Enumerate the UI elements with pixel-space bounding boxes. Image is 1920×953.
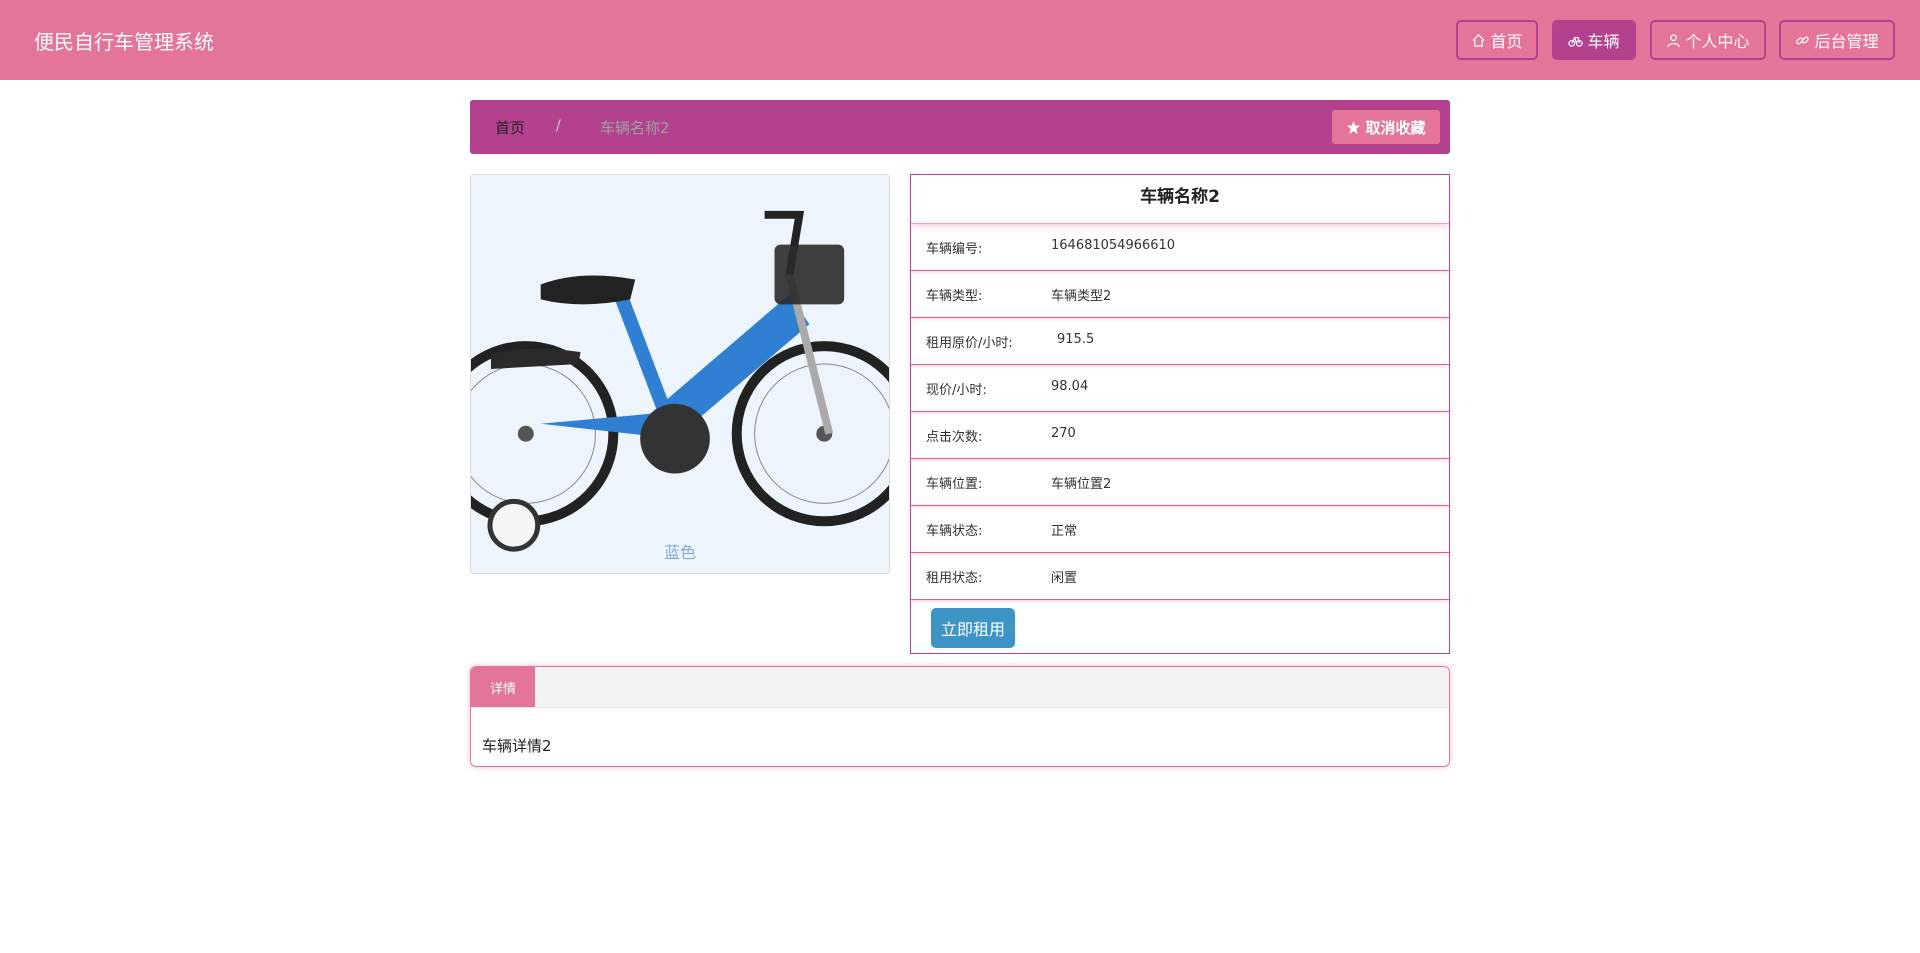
star-icon — [1347, 120, 1361, 134]
info-row-type: 车辆类型: 车辆类型2 — [911, 270, 1449, 318]
field-value: 164681054966610 — [1051, 238, 1176, 253]
info-row-status: 车辆状态: 正常 — [911, 505, 1449, 553]
vehicle-image: 蓝色 — [470, 174, 890, 574]
app-title: 便民自行车管理系统 — [34, 30, 214, 54]
field-label: 车辆状态: — [926, 524, 983, 539]
nav-vehicle-label: 车辆 — [1587, 32, 1620, 51]
field-label: 车辆类型: — [926, 289, 983, 304]
breadcrumb: 首页 / 车辆名称2 取消收藏 — [470, 100, 1450, 154]
breadcrumb-home-link[interactable]: 首页 — [495, 117, 525, 138]
link-icon — [1796, 36, 1810, 44]
image-caption: 蓝色 — [664, 543, 696, 562]
nav-admin-button[interactable]: 后台管理 — [1779, 20, 1895, 60]
unfavorite-label: 取消收藏 — [1365, 118, 1426, 137]
field-label: 车辆编号: — [926, 242, 983, 257]
nav-profile-button[interactable]: 个人中心 — [1650, 20, 1766, 60]
field-value: 98.04 — [1051, 379, 1089, 394]
info-row-location: 车辆位置: 车辆位置2 — [911, 458, 1449, 506]
field-value: 正常 — [1051, 524, 1078, 539]
field-value: 270 — [1051, 426, 1076, 441]
top-header: 便民自行车管理系统 首页 车辆 个人中心 后台管理 — [0, 0, 1920, 80]
field-value: 车辆类型2 — [1051, 289, 1112, 304]
breadcrumb-separator: / — [556, 118, 561, 134]
nav-vehicle-button[interactable]: 车辆 — [1552, 20, 1636, 60]
field-label: 点击次数: — [926, 430, 983, 445]
field-label: 租用状态: — [926, 571, 983, 586]
field-label: 现价/小时: — [926, 383, 987, 398]
nav-home-label: 首页 — [1490, 32, 1523, 51]
user-icon — [1667, 33, 1681, 47]
info-row-id: 车辆编号: 164681054966610 — [911, 223, 1449, 271]
nav-admin-label: 后台管理 — [1814, 32, 1879, 51]
bike-icon — [1568, 36, 1584, 47]
field-value: 915.5 — [1057, 332, 1095, 347]
field-value: 车辆位置2 — [1051, 477, 1112, 492]
rent-now-button[interactable]: 立即租用 — [931, 608, 1015, 648]
info-row-current-price: 现价/小时: 98.04 — [911, 364, 1449, 412]
field-label: 租用原价/小时: — [926, 336, 1013, 351]
nav-home-button[interactable]: 首页 — [1456, 20, 1538, 60]
details-panel: 详情 车辆详情2 — [470, 666, 1450, 767]
nav-profile-label: 个人中心 — [1685, 32, 1750, 51]
field-value: 闲置 — [1051, 571, 1078, 586]
vehicle-info-panel: 车辆名称2 车辆编号: 164681054966610 车辆类型: 车辆类型2 … — [910, 174, 1450, 654]
vehicle-name: 车辆名称2 — [911, 175, 1449, 224]
info-row-clicks: 点击次数: 270 — [911, 411, 1449, 459]
details-tab-bar: 详情 — [471, 667, 1449, 708]
info-row-rental-status: 租用状态: 闲置 — [911, 552, 1449, 600]
home-icon — [1472, 33, 1486, 47]
tab-details[interactable]: 详情 — [471, 667, 535, 707]
field-label: 车辆位置: — [926, 477, 983, 492]
info-row-original-price: 租用原价/小时: 915.5 — [911, 317, 1449, 365]
breadcrumb-current: 车辆名称2 — [600, 119, 670, 137]
unfavorite-button[interactable]: 取消收藏 — [1332, 110, 1440, 144]
bicycle-picture: 蓝色 — [471, 175, 889, 573]
details-content: 车辆详情2 — [482, 737, 552, 755]
